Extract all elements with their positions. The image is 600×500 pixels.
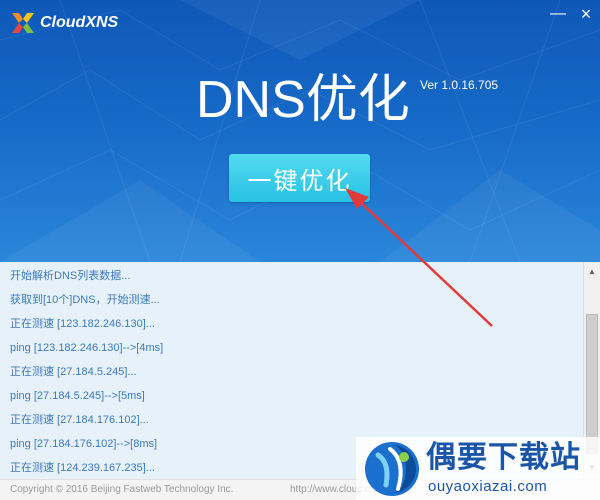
log-line: ping [123.182.246.130]-->[4ms] <box>10 342 164 354</box>
watermark: 偶要下载站 ouyaoxiazai.com <box>356 437 600 500</box>
log-line: ping [27.184.5.245]-->[5ms] <box>10 390 145 402</box>
minimize-button[interactable]: — <box>548 4 568 24</box>
close-button[interactable]: × <box>576 4 596 24</box>
cloudxns-window: CloudXNS — × DNS优化 Ver 1.0.16.705 一键优化 开… <box>0 0 600 500</box>
version-label: Ver 1.0.16.705 <box>420 78 499 92</box>
one-click-optimize-button[interactable]: 一键优化 <box>229 154 370 202</box>
cloudxns-logo-icon <box>12 13 34 33</box>
header-background-pattern <box>0 0 600 262</box>
log-line: 开始解析DNS列表数据... <box>10 270 131 282</box>
copyright-text: Copyright © 2016 Beijing Fastweb Technol… <box>10 484 234 495</box>
log-line: 正在测速 [124.239.167.235]... <box>10 462 155 474</box>
watermark-title: 偶要下载站 <box>426 440 581 475</box>
cloudxns-logo: CloudXNS <box>10 10 118 36</box>
logo-text: CloudXNS <box>40 14 119 31</box>
scroll-thumb[interactable] <box>586 314 598 454</box>
log-line: 正在测速 [27.184.5.245]... <box>10 366 137 378</box>
watermark-url: ouyaoxiazai.com <box>428 478 548 495</box>
log-line: 正在测速 [123.182.246.130]... <box>10 318 155 330</box>
scroll-up-icon[interactable]: ▲ <box>584 264 600 280</box>
page-title: DNS优化 <box>196 71 410 129</box>
watermark-logo-icon <box>365 442 419 496</box>
log-line: 获取到[10个]DNS，开始测速... <box>10 294 160 306</box>
header-panel: CloudXNS — × DNS优化 Ver 1.0.16.705 一键优化 <box>0 0 600 262</box>
log-line: ping [27.184.176.102]-->[8ms] <box>10 438 158 450</box>
log-line: 正在测速 [27.184.176.102]... <box>10 414 149 426</box>
